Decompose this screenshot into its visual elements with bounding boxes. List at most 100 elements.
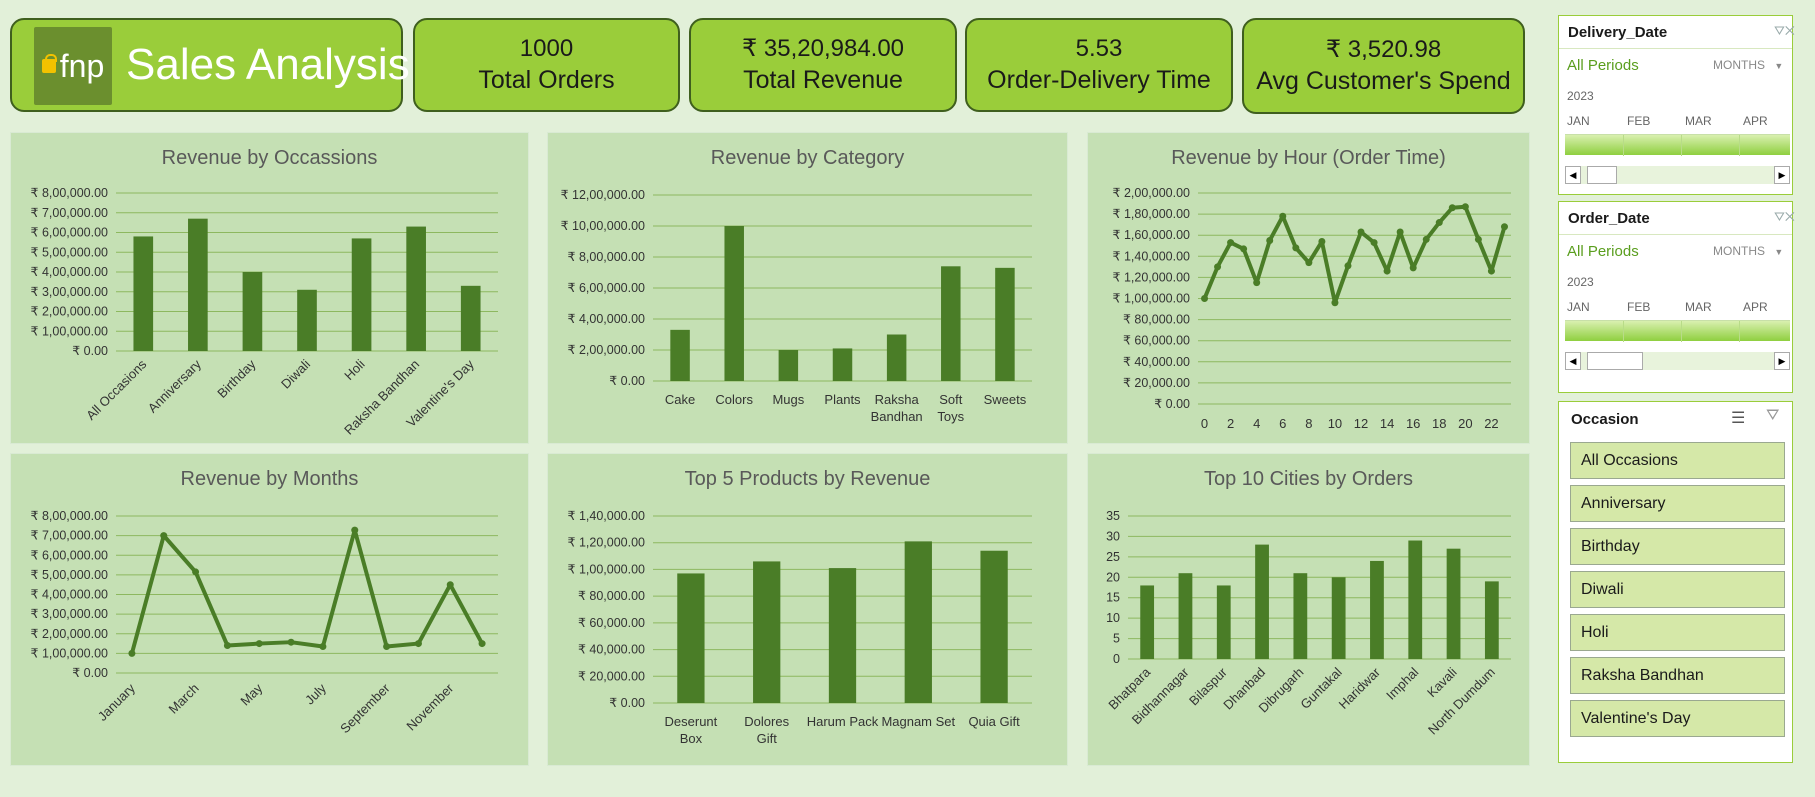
- x-tick-label: March: [166, 681, 202, 717]
- data-point: [1383, 267, 1391, 275]
- month-jan: JAN: [1567, 300, 1590, 314]
- data-point: [1370, 239, 1378, 247]
- y-tick-label: ₹ 6,00,000.00: [31, 548, 109, 562]
- period-label: All Periods: [1567, 243, 1639, 260]
- month-apr: APR: [1743, 300, 1768, 314]
- occasion-item[interactable]: All Occasions: [1570, 442, 1785, 479]
- multi-select-icon[interactable]: ☰: [1731, 408, 1745, 428]
- occasion-item[interactable]: Valentine's Day: [1570, 700, 1785, 737]
- scroll-right-icon[interactable]: ▶: [1774, 352, 1790, 370]
- bar: [1331, 577, 1346, 659]
- y-tick-label: ₹ 2,00,000.00: [31, 305, 109, 319]
- occasion-label: Valentine's Day: [1581, 709, 1691, 727]
- occasion-item[interactable]: Raksha Bandhan: [1570, 657, 1785, 694]
- unit-label: MONTHS: [1713, 244, 1765, 258]
- occasion-label: Raksha Bandhan: [1581, 666, 1704, 684]
- x-tick-label: 12: [1354, 416, 1368, 431]
- kpi-label: Total Revenue: [743, 66, 903, 94]
- occasion-item[interactable]: Holi: [1570, 614, 1785, 651]
- bar: [828, 568, 857, 703]
- data-point: [1409, 264, 1417, 272]
- x-tick-label: Deserunt: [665, 714, 718, 729]
- chart-revenue-by-hour[interactable]: Revenue by Hour (Order Time) ₹ 0.00 ₹ 20,0…: [1087, 132, 1530, 444]
- x-tick-label: 20: [1458, 416, 1472, 431]
- bar: [351, 238, 372, 351]
- timeline-scrollbar[interactable]: ◀ ▶: [1565, 352, 1790, 370]
- months-svg: Revenue by Months ₹ 0.00 ₹ 1,00,000.00 ₹ 2,…: [31, 468, 498, 736]
- data-point: [446, 581, 454, 589]
- scroll-thumb[interactable]: [1587, 352, 1643, 370]
- x-tick-label: September: [337, 680, 393, 736]
- bar: [1370, 560, 1384, 659]
- clear-filter-icon[interactable]: ⛛✕: [1774, 209, 1795, 225]
- x-tick-label: Mugs: [772, 392, 804, 407]
- kpi-value: ₹ 35,20,984.00: [741, 35, 905, 62]
- y-tick-label: 30: [1106, 529, 1120, 543]
- timeline-scrollbar[interactable]: ◀ ▶: [1565, 166, 1790, 184]
- x-tick-label: Holi: [341, 356, 368, 383]
- data-point: [1214, 263, 1222, 271]
- chart-top-cities[interactable]: Top 10 Cities by Orders 0 5 10 15 20 25 30 35 Bha…: [1087, 453, 1530, 766]
- bar: [724, 226, 744, 381]
- page-title: Sales Analysis: [126, 40, 410, 89]
- data-point: [383, 643, 391, 651]
- bar: [677, 573, 705, 703]
- y-tick-label: 25: [1106, 550, 1120, 564]
- y-tick-label: ₹ 0.00: [609, 374, 645, 388]
- x-tick-label: 0: [1201, 416, 1208, 431]
- kpi-label: Total Orders: [478, 66, 615, 94]
- bar: [1216, 585, 1231, 659]
- x-tick-label: Birthday: [214, 356, 259, 401]
- data-point: [1344, 262, 1352, 270]
- kpi-value: ₹ 3,520.98: [1325, 36, 1442, 63]
- kpi-total-orders: 1000 Total Orders: [413, 18, 680, 112]
- x-tick-label: Quia Gift: [968, 714, 1020, 729]
- period-label: All Periods: [1567, 57, 1639, 74]
- data-point: [478, 640, 486, 648]
- scroll-left-icon[interactable]: ◀: [1565, 352, 1581, 370]
- x-tick-label: 10: [1328, 416, 1342, 431]
- timeline-bar[interactable]: [1565, 134, 1790, 156]
- timeline-bar[interactable]: [1565, 320, 1790, 342]
- period-unit-dropdown[interactable]: MONTHS ▼: [1713, 58, 1783, 72]
- bar: [1255, 544, 1269, 659]
- clear-filter-icon[interactable]: ⛛: [1766, 407, 1779, 425]
- occasion-label: Holi: [1581, 623, 1609, 641]
- data-point: [1253, 279, 1261, 287]
- y-tick-label: ₹ 4,00,000.00: [31, 265, 109, 279]
- y-tick-label: ₹ 1,20,000.00: [568, 536, 646, 550]
- y-tick-label: ₹ 80,000.00: [1123, 313, 1190, 327]
- series-line: [129, 528, 484, 654]
- period-unit-dropdown[interactable]: MONTHS ▼: [1713, 244, 1783, 258]
- x-tick-label: July: [302, 680, 329, 707]
- data-point: [319, 643, 327, 651]
- x-tick-label: Kavali: [1424, 664, 1460, 700]
- gift-bag-icon: [41, 54, 57, 73]
- occasion-label: Diwali: [1581, 580, 1624, 598]
- x-tick-label: Dolores: [744, 714, 789, 729]
- data-point: [351, 526, 359, 534]
- month-jan: JAN: [1567, 114, 1590, 128]
- occasion-item[interactable]: Birthday: [1570, 528, 1785, 565]
- scroll-left-icon[interactable]: ◀: [1565, 166, 1581, 184]
- occasion-item[interactable]: Anniversary: [1570, 485, 1785, 522]
- chevron-down-icon: ▼: [1774, 61, 1784, 71]
- scroll-thumb[interactable]: [1587, 166, 1617, 184]
- scroll-right-icon[interactable]: ▶: [1774, 166, 1790, 184]
- chart-title: Top 10 Cities by Orders: [1204, 468, 1413, 490]
- chart-revenue-by-months[interactable]: Revenue by Months ₹ 0.00 ₹ 1,00,000.00 ₹ 2,…: [10, 453, 529, 766]
- bar: [670, 329, 690, 381]
- x-tick-label: Diwali: [278, 356, 313, 391]
- month-mar: MAR: [1685, 114, 1712, 128]
- occasion-item[interactable]: Diwali: [1570, 571, 1785, 608]
- chart-revenue-by-occasions[interactable]: Revenue by Occassions ₹ 0.00 ₹ 1,00,000.00…: [10, 132, 529, 444]
- chart-top-products[interactable]: Top 5 Products by Revenue ₹ 0.00 ₹ 20,000.…: [547, 453, 1068, 766]
- bar: [995, 267, 1015, 381]
- data-point: [1305, 259, 1313, 267]
- y-tick-label: 20: [1106, 570, 1120, 584]
- clear-filter-icon[interactable]: ⛛✕: [1774, 23, 1795, 39]
- y-tick-label: 35: [1106, 509, 1120, 523]
- x-tick-label: Haridwar: [1336, 664, 1384, 712]
- chart-revenue-by-category[interactable]: Revenue by Category ₹ 0.00 ₹ 2,00,000.00 ₹ …: [547, 132, 1068, 444]
- data-point: [1396, 228, 1404, 236]
